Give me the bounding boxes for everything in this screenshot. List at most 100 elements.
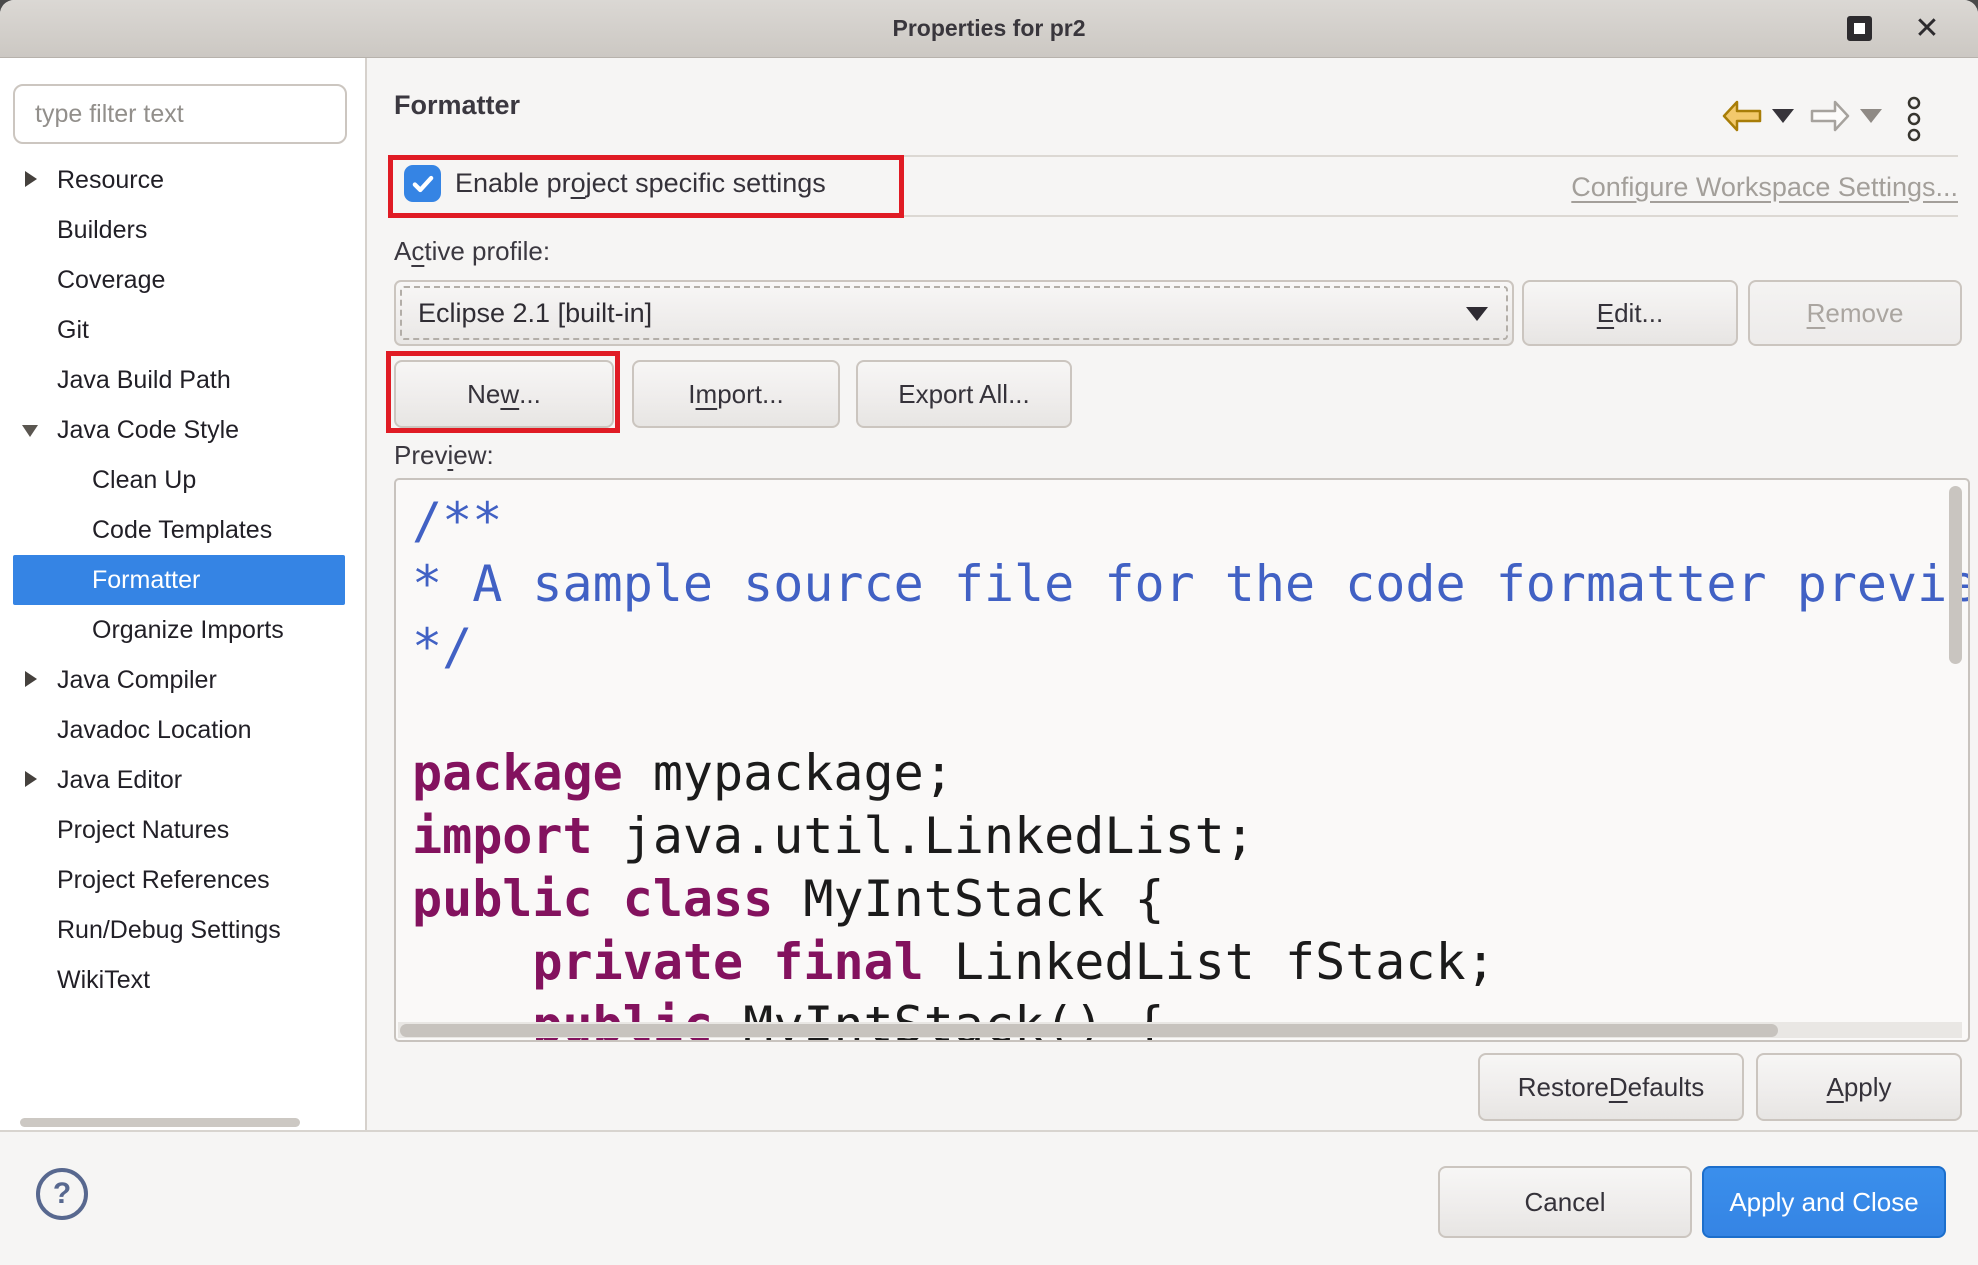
sidebar-item-wikitext[interactable]: WikiText	[13, 955, 345, 1005]
history-toolbar	[1714, 96, 1964, 136]
code-text: java.util.LinkedList;	[593, 807, 1255, 865]
enable-settings-row: Enable project specific settings	[404, 165, 826, 202]
code-line: package mypackage;	[412, 742, 1970, 805]
sidebar-item-clean-up[interactable]: Clean Up	[13, 455, 345, 505]
code-line: */	[412, 616, 1970, 679]
configure-workspace-link[interactable]: Configure Workspace Settings...	[1571, 172, 1958, 203]
chevron-right-icon[interactable]	[22, 670, 42, 690]
sidebar-item-code-templates[interactable]: Code Templates	[13, 505, 345, 555]
sidebar-item-label: Project Natures	[13, 816, 229, 845]
help-icon: ?	[53, 1177, 71, 1211]
edit-button[interactable]: Edit...	[1522, 280, 1738, 346]
sidebar-item-run-debug-settings[interactable]: Run/Debug Settings	[13, 905, 345, 955]
close-button[interactable]: ✕	[1902, 0, 1952, 57]
sidebar-item-java-editor[interactable]: Java Editor	[13, 755, 345, 805]
code-line: import java.util.LinkedList;	[412, 805, 1970, 868]
sidebar-item-project-natures[interactable]: Project Natures	[13, 805, 345, 855]
sidebar-item-label: Java Compiler	[13, 666, 217, 695]
code-keyword: private final	[532, 933, 923, 991]
code-comment: /**	[412, 492, 502, 550]
sidebar-item-label: Java Build Path	[13, 366, 231, 395]
preview-hscrollbar-thumb[interactable]	[400, 1024, 1778, 1037]
code-keyword: import	[412, 807, 593, 865]
sidebar-item-label: Coverage	[13, 266, 165, 295]
window-title: Properties for pr2	[893, 15, 1086, 42]
separator-top	[394, 155, 1958, 157]
code-text: LinkedList fStack;	[924, 933, 1496, 991]
settings-sidebar: Resource Builders Coverage Git Java Build Pa…	[0, 58, 367, 1130]
preview-label: Preview:	[394, 440, 494, 471]
enable-settings-checkbox[interactable]	[404, 165, 441, 202]
sidebar-item-organize-imports[interactable]: Organize Imports	[13, 605, 345, 655]
maximize-icon	[1847, 16, 1872, 41]
maximize-button[interactable]	[1834, 0, 1884, 57]
sidebar-item-label: Organize Imports	[13, 616, 284, 645]
sidebar-item-coverage[interactable]: Coverage	[13, 255, 345, 305]
cancel-button[interactable]: Cancel	[1438, 1166, 1692, 1238]
sidebar-item-label: Project References	[13, 866, 270, 895]
forward-history-dropdown-icon[interactable]	[1860, 109, 1882, 123]
chevron-right-icon[interactable]	[22, 770, 42, 790]
footer-separator	[0, 1130, 1978, 1132]
sidebar-item-label: Formatter	[13, 566, 200, 595]
sidebar-item-builders[interactable]: Builders	[13, 205, 345, 255]
remove-button[interactable]: Remove	[1748, 280, 1962, 346]
apply-button[interactable]: Apply	[1756, 1053, 1962, 1121]
enable-settings-label: Enable project specific settings	[455, 168, 826, 199]
sidebar-item-label: Builders	[13, 216, 147, 245]
page-title: Formatter	[394, 90, 520, 121]
filter-box	[13, 84, 347, 144]
back-history-dropdown-icon[interactable]	[1772, 109, 1794, 123]
code-block: /*** A sample source file for the code f…	[412, 490, 1970, 1042]
close-icon: ✕	[1914, 14, 1939, 44]
active-profile-dropdown[interactable]: Eclipse 2.1 [built-in]	[394, 280, 1514, 346]
sidebar-item-label: Javadoc Location	[13, 716, 252, 745]
help-button[interactable]: ?	[36, 1168, 88, 1220]
code-comment: * A sample source file for the code form…	[412, 555, 1970, 613]
sidebar-hscrollbar-thumb[interactable]	[20, 1118, 300, 1127]
code-text	[412, 933, 532, 991]
sidebar-item-resource[interactable]: Resource	[13, 155, 345, 205]
code-text: MyIntStack {	[773, 870, 1164, 928]
back-arrow-icon[interactable]	[1722, 100, 1762, 132]
code-line: /**	[412, 490, 1970, 553]
dropdown-arrow-icon	[1466, 307, 1488, 321]
separator-bottom	[394, 215, 1958, 217]
code-text: mypackage;	[623, 744, 954, 802]
active-profile-label: Active profile:	[394, 236, 550, 267]
code-keyword: public class	[412, 870, 773, 928]
sidebar-item-label: Java Code Style	[13, 416, 239, 445]
view-menu-icon[interactable]	[1906, 96, 1922, 142]
titlebar: Properties for pr2 ✕	[0, 0, 1978, 58]
sidebar-item-label: Code Templates	[13, 516, 272, 545]
checkmark-icon	[410, 171, 436, 197]
sidebar-item-git[interactable]: Git	[13, 305, 345, 355]
code-line: * A sample source file for the code form…	[412, 553, 1970, 616]
sidebar-item-javadoc-location[interactable]: Javadoc Location	[13, 705, 345, 755]
sidebar-item-label: WikiText	[13, 966, 150, 995]
code-preview: /*** A sample source file for the code f…	[394, 478, 1970, 1042]
code-line	[412, 679, 1970, 742]
sidebar-item-formatter[interactable]: Formatter	[13, 555, 345, 605]
chevron-right-icon[interactable]	[22, 170, 42, 190]
sidebar-item-label: Clean Up	[13, 466, 196, 495]
sidebar-item-label: Git	[13, 316, 89, 345]
import-button[interactable]: Import...	[632, 360, 840, 428]
filter-input[interactable]	[15, 100, 345, 129]
code-keyword: package	[412, 744, 623, 802]
sidebar-item-java-compiler[interactable]: Java Compiler	[13, 655, 345, 705]
active-profile-value: Eclipse 2.1 [built-in]	[396, 298, 652, 329]
code-comment: */	[412, 618, 472, 676]
sidebar-item-java-code-style[interactable]: Java Code Style	[13, 405, 345, 455]
apply-and-close-button[interactable]: Apply and Close	[1702, 1166, 1946, 1238]
sidebar-item-java-build-path[interactable]: Java Build Path	[13, 355, 345, 405]
forward-arrow-icon[interactable]	[1810, 100, 1850, 132]
sidebar-item-project-references[interactable]: Project References	[13, 855, 345, 905]
export-all-button[interactable]: Export All...	[856, 360, 1072, 428]
properties-dialog: Properties for pr2 ✕ Resource Builders Cov…	[0, 0, 1978, 1265]
preview-vscrollbar-thumb[interactable]	[1949, 486, 1962, 664]
chevron-down-icon[interactable]	[22, 420, 42, 440]
new-button[interactable]: New...	[394, 360, 614, 428]
restore-defaults-button[interactable]: Restore Defaults	[1478, 1053, 1744, 1121]
sidebar-item-label: Run/Debug Settings	[13, 916, 281, 945]
